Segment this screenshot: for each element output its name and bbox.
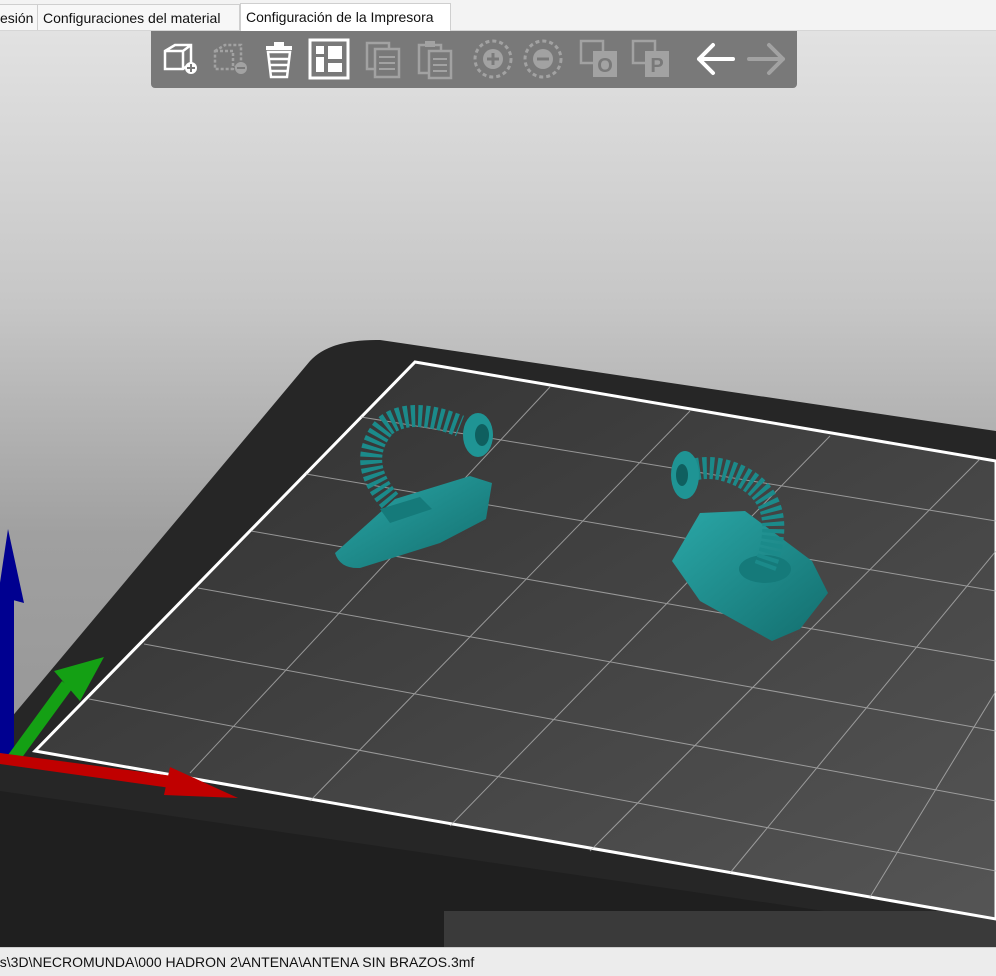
delete-icon[interactable] (207, 37, 251, 81)
top-toolbar: O P (151, 31, 797, 88)
more-instances-icon[interactable] (471, 37, 515, 81)
file-path: os\3D\NECROMUNDA\000 HADRON 2\ANTENA\ANT… (0, 954, 475, 970)
settings-tabbar: esión Configuraciones del material Confi… (0, 0, 996, 31)
split-parts-icon[interactable]: P (629, 37, 673, 81)
undo-icon[interactable] (693, 37, 737, 81)
tab-filament-settings[interactable]: Configuraciones del material (37, 4, 240, 30)
redo-icon[interactable] (745, 37, 789, 81)
3d-viewport[interactable]: O P (0, 31, 996, 947)
svg-text:O: O (597, 55, 613, 77)
copy-icon[interactable] (361, 37, 405, 81)
z-axis (0, 591, 14, 761)
arrange-icon[interactable] (307, 37, 351, 81)
z-axis-arrow (0, 529, 24, 603)
svg-text:P: P (650, 55, 663, 77)
fewer-instances-icon[interactable] (521, 37, 565, 81)
tab-printer-settings[interactable]: Configuración de la Impresora (240, 3, 451, 31)
split-objects-icon[interactable]: O (577, 37, 621, 81)
tab-print-settings[interactable]: esión (0, 4, 38, 30)
add-icon[interactable] (157, 37, 201, 81)
delete-all-icon[interactable] (257, 37, 301, 81)
status-bar: os\3D\NECROMUNDA\000 HADRON 2\ANTENA\ANT… (0, 947, 996, 976)
paste-icon[interactable] (413, 37, 457, 81)
scene-canvas[interactable] (0, 31, 996, 947)
